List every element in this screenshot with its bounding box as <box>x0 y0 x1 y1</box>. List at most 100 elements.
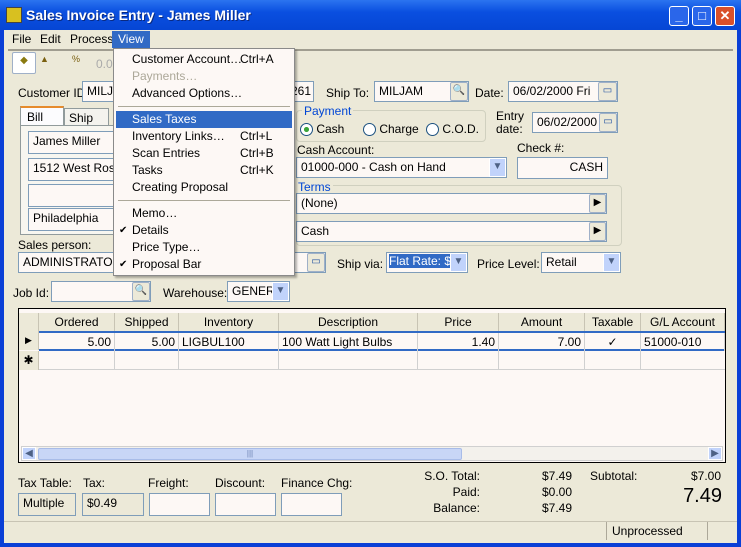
horizontal-scrollbar[interactable]: ||| ◀ ▶ <box>21 446 723 461</box>
terms-input[interactable]: (None) <box>296 193 607 214</box>
toolbar-value: 0.0 <box>96 57 113 71</box>
menu-item-price-type[interactable]: Price Type… <box>116 239 292 256</box>
level-price-icon[interactable]: ▲ <box>40 54 58 72</box>
subtotal-value: $7.00 <box>690 469 721 483</box>
search-icon[interactable]: 🔍 <box>450 82 468 101</box>
new-row[interactable] <box>39 351 725 370</box>
menu-item-payments: Payments… <box>132 69 198 83</box>
scrollbar-thumb[interactable]: ||| <box>38 448 462 460</box>
chevron-down-icon[interactable]: ▼ <box>489 158 506 177</box>
col-ordered[interactable]: Ordered <box>39 313 115 331</box>
col-price[interactable]: Price <box>418 313 499 331</box>
menu-edit[interactable]: Edit <box>34 31 67 48</box>
bill-to-city[interactable]: Philadelphia <box>28 208 118 231</box>
payment-charge-radio[interactable]: Charge <box>363 122 419 137</box>
paid-value: $0.00 <box>541 485 572 499</box>
arrow-right-icon[interactable]: ▶ <box>589 194 606 213</box>
bill-to-address2[interactable] <box>28 184 118 207</box>
menu-item-customer-account[interactable]: Customer Account… Ctrl+A <box>116 51 292 68</box>
menu-item-creating-proposal[interactable]: Creating Proposal <box>116 179 292 196</box>
arrow-right-icon[interactable]: ▶ <box>589 222 606 241</box>
calendar-icon[interactable]: ▭ <box>598 82 617 101</box>
price-level-label: Price Level: <box>477 257 540 271</box>
tax-table-label: Tax Table: <box>18 476 72 490</box>
col-taxable[interactable]: Taxable <box>585 313 641 331</box>
menu-item-advanced-options[interactable]: Advanced Options… <box>116 85 292 102</box>
menu-item-details[interactable]: ✔ Details <box>116 222 292 239</box>
line-items-grid: Ordered Shipped Inventory Description Pr… <box>18 308 726 463</box>
cash-account-select[interactable]: 01000-000 - Cash on Hand <box>296 157 507 178</box>
col-shipped[interactable]: Shipped <box>115 313 179 331</box>
minimize-button[interactable]: _ <box>669 6 689 26</box>
menu-bar: File Edit Process View <box>4 30 737 48</box>
status-text: Unprocessed <box>606 522 708 540</box>
current-row-marker: ▶ <box>19 331 39 350</box>
menu-item-inventory-links[interactable]: Inventory Links… Ctrl+L <box>116 128 292 145</box>
view-menu: Customer Account… Ctrl+A Payments… Advanc… <box>113 48 295 276</box>
freight-input[interactable] <box>149 493 210 516</box>
close-button[interactable]: ✕ <box>715 6 735 26</box>
scroll-left-icon[interactable]: ◀ <box>22 447 36 460</box>
menu-file[interactable]: File <box>6 31 37 48</box>
payment-label: Payment <box>302 104 354 118</box>
discount-input[interactable] <box>215 493 276 516</box>
subtotal-label: Subtotal: <box>590 469 638 483</box>
balance-label: Balance: <box>433 501 480 515</box>
freight-label: Freight: <box>148 476 189 490</box>
col-description[interactable]: Description <box>279 313 418 331</box>
tax-value: $0.49 <box>82 493 144 516</box>
check-input[interactable]: CASH <box>517 157 608 179</box>
col-inventory[interactable]: Inventory <box>179 313 279 331</box>
percent-price-icon[interactable]: % <box>72 54 90 72</box>
menu-view[interactable]: View <box>112 31 150 48</box>
scroll-right-icon[interactable]: ▶ <box>708 447 722 460</box>
bill-to-name[interactable]: James Miller <box>28 131 118 154</box>
window-title: Sales Invoice Entry - James Miller <box>26 7 251 23</box>
new-row-marker: ✱ <box>19 351 39 370</box>
table-row[interactable]: 5.00 5.00 LIGBUL100 100 Watt Light Bulbs… <box>39 331 725 351</box>
chevron-down-icon[interactable]: ▼ <box>272 282 289 301</box>
tab-ship-to[interactable]: Ship To <box>64 108 109 139</box>
app-icon <box>6 7 22 23</box>
chevron-down-icon[interactable]: ▼ <box>603 253 620 272</box>
terms-label: Terms <box>296 180 333 194</box>
check-icon: ✔ <box>119 259 128 270</box>
menu-item-scan-entries[interactable]: Scan Entries Ctrl+B <box>116 145 292 162</box>
payment-cash-radio[interactable]: Cash <box>300 122 344 137</box>
price-tag-button[interactable]: ◆ <box>12 52 36 74</box>
date-label: Date: <box>475 86 504 100</box>
so-total-value: $7.49 <box>541 469 572 483</box>
col-amount[interactable]: Amount <box>499 313 585 331</box>
tab-bill-to[interactable]: Bill To <box>20 106 64 138</box>
menu-item-memo[interactable]: Memo… <box>116 205 292 222</box>
payment-cod-radio[interactable]: C.O.D. <box>426 122 479 137</box>
grand-total: 7.49 <box>683 485 722 507</box>
chevron-down-icon[interactable]: ▼ <box>450 253 467 272</box>
menu-item-proposal-bar[interactable]: ✔ Proposal Bar <box>116 256 292 273</box>
entry-date-label: Entry date: <box>496 109 525 136</box>
customer-id-label: Customer ID: <box>18 86 89 100</box>
ship-to-label: Ship To: <box>326 86 370 100</box>
menu-separator <box>118 106 290 107</box>
calendar-icon[interactable]: ▭ <box>307 253 325 272</box>
so-total-label: S.O. Total: <box>424 469 480 483</box>
terms-payment-input[interactable]: Cash <box>296 221 607 242</box>
discount-label: Discount: <box>215 476 266 490</box>
check-label: Check #: <box>517 141 565 155</box>
menu-item-sales-taxes[interactable]: Sales Taxes <box>116 111 292 128</box>
row-header-corner <box>19 313 39 331</box>
menu-item-tasks[interactable]: Tasks Ctrl+K <box>116 162 292 179</box>
paid-label: Paid: <box>452 485 480 499</box>
calendar-icon[interactable]: ▭ <box>599 113 617 132</box>
ship-via-label: Ship via: <box>337 257 384 271</box>
col-gl-account[interactable]: G/L Account <box>641 313 725 331</box>
finance-charge-input[interactable] <box>281 493 342 516</box>
sales-person-label: Sales person: <box>18 238 92 252</box>
bill-to-address[interactable]: 1512 West Rose <box>28 158 118 181</box>
cash-account-label: Cash Account: <box>297 143 375 157</box>
maximize-button[interactable]: □ <box>692 6 712 26</box>
tax-label: Tax: <box>83 476 106 490</box>
job-id-label: Job Id: <box>13 286 50 300</box>
search-icon[interactable]: 🔍 <box>132 282 150 301</box>
menu-separator <box>118 200 290 201</box>
